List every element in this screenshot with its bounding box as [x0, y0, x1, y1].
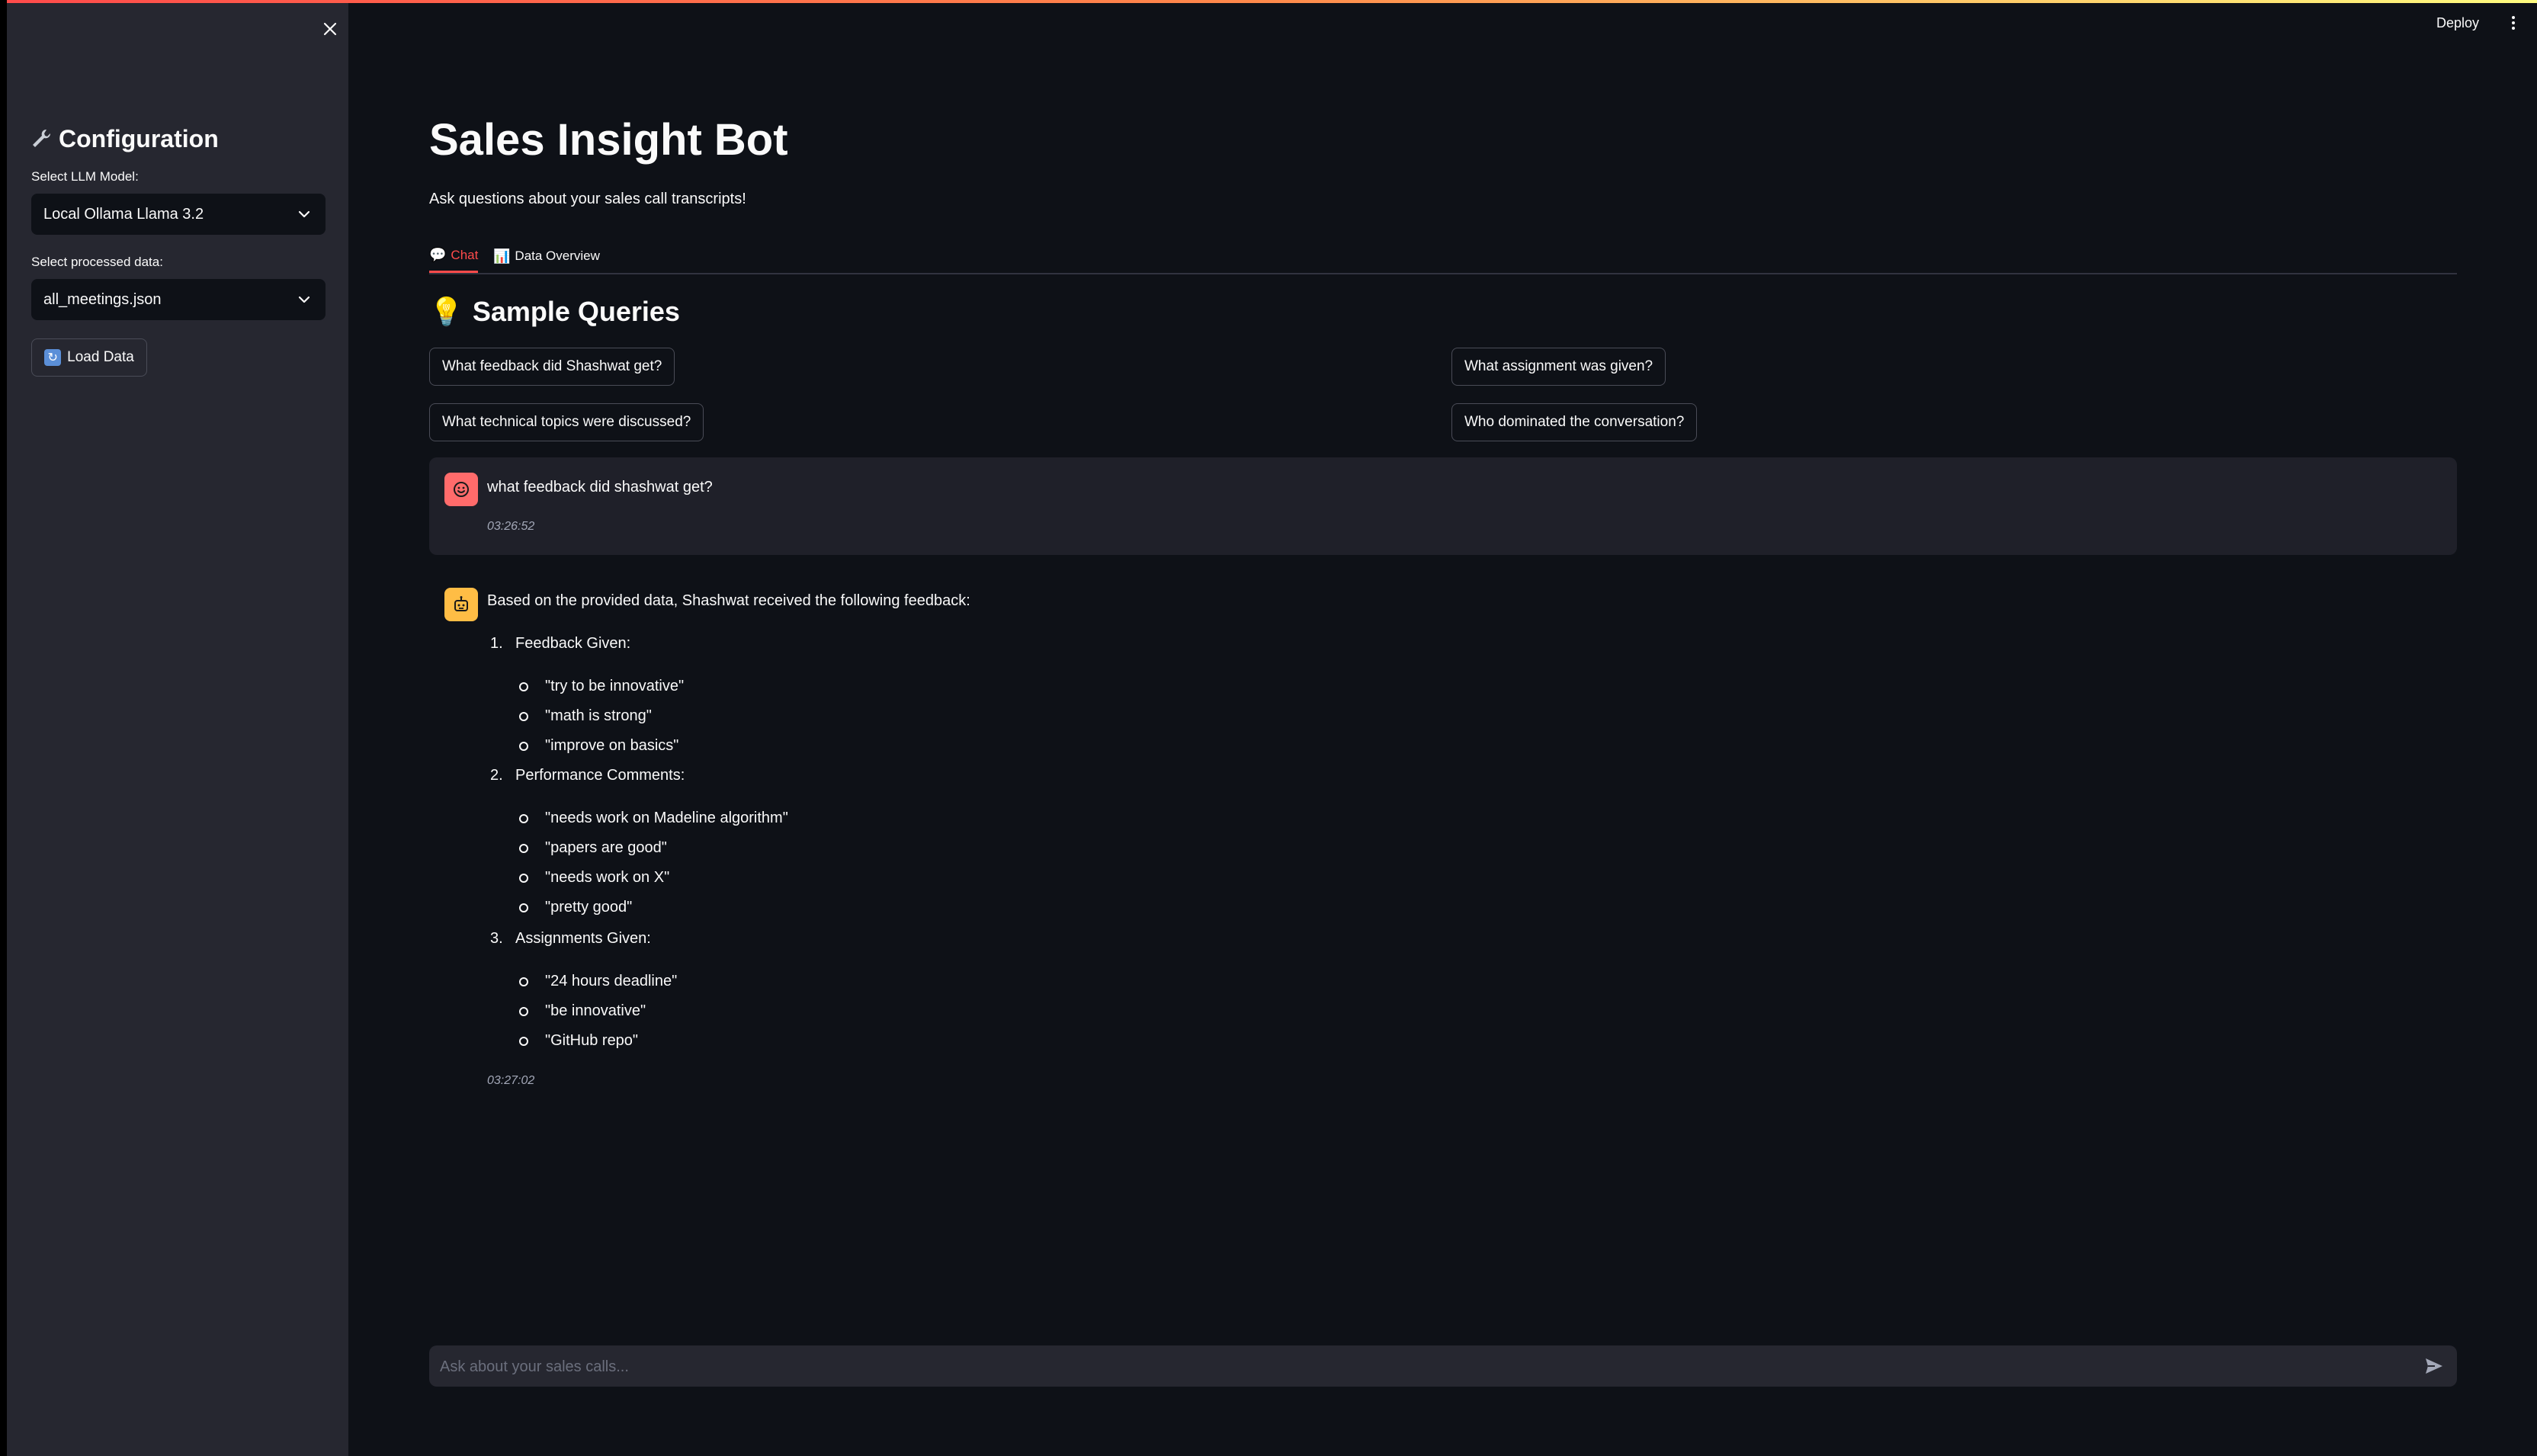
list-item: "papers are good" — [545, 839, 667, 856]
window-edge — [0, 0, 7, 1456]
user-avatar — [444, 473, 478, 506]
user-message-text: what feedback did shashwat get? — [487, 479, 713, 495]
list-bullet — [519, 977, 528, 986]
sidebar-heading-text: Configuration — [59, 124, 219, 152]
send-icon — [2426, 1358, 2442, 1374]
list-number: 2. — [490, 767, 503, 784]
smiley-face-icon — [454, 482, 469, 497]
list-bullet — [519, 874, 528, 883]
robot-icon — [454, 596, 468, 611]
sample-query-button[interactable]: What assignment was given? — [1451, 348, 1666, 386]
refresh-icon: ↻ — [44, 349, 62, 366]
sample-query-button[interactable]: What feedback did Shashwat get? — [429, 348, 675, 386]
list-item: "needs work on Madeline algorithm" — [545, 810, 788, 826]
list-bullet — [519, 844, 528, 853]
list-item: "needs work on X" — [545, 869, 670, 886]
kebab-dot — [2512, 21, 2515, 24]
top-decoration-bar — [0, 0, 2537, 3]
tab-bar: 💬 Chat 📊 Data Overview — [429, 239, 2457, 274]
list-bullet — [519, 712, 528, 721]
sidebar-heading: Configuration — [30, 119, 219, 159]
load-data-label: Load Data — [67, 349, 134, 365]
list-item: "try to be innovative" — [545, 678, 685, 694]
chat-input-bar — [429, 1345, 2457, 1388]
tab-chat-label: Chat — [451, 247, 479, 262]
load-data-button[interactable]: ↻ Load Data — [31, 338, 147, 377]
tab-data-overview[interactable]: 📊 Data Overview — [493, 239, 600, 273]
wrench-icon — [33, 129, 51, 147]
chat-input[interactable] — [438, 1345, 2393, 1388]
sample-queries-heading: 💡 Sample Queries — [429, 296, 680, 328]
list-item: "be innovative" — [545, 1002, 646, 1019]
list-bullet — [519, 1037, 528, 1046]
list-bullet — [519, 903, 528, 912]
kebab-dot — [2512, 16, 2515, 19]
sample-query-button[interactable]: What technical topics were discussed? — [429, 403, 704, 441]
tab-data-overview-label: Data Overview — [515, 249, 600, 263]
tab-chat[interactable]: 💬 Chat — [429, 239, 479, 273]
model-select[interactable]: Local Ollama Llama 3.2 — [31, 194, 326, 235]
deploy-button[interactable]: Deploy — [2436, 15, 2479, 31]
send-button[interactable] — [2423, 1355, 2445, 1377]
list-bullet — [519, 682, 528, 691]
data-select[interactable]: all_meetings.json — [31, 279, 326, 320]
list-item: "24 hours deadline" — [545, 973, 678, 989]
kebab-dot — [2512, 27, 2515, 30]
section-title: Assignments Given: — [515, 930, 651, 947]
section-title: Feedback Given: — [515, 635, 631, 652]
lightbulb-icon: 💡 — [429, 296, 463, 327]
list-item: "math is strong" — [545, 707, 652, 724]
sample-query-button[interactable]: Who dominated the conversation? — [1451, 403, 1698, 441]
list-bullet — [519, 1007, 528, 1016]
assistant-avatar — [444, 588, 478, 621]
chevron-down-icon — [298, 296, 310, 303]
chevron-down-icon — [298, 210, 310, 218]
list-number: 1. — [490, 635, 503, 652]
list-item: "pretty good" — [545, 899, 633, 916]
assistant-message-time: 03:27:02 — [487, 1074, 535, 1087]
speech-bubble-icon: 💬 — [429, 247, 447, 262]
list-bullet — [519, 814, 528, 823]
list-number: 3. — [490, 930, 503, 947]
user-message-time: 03:26:52 — [487, 520, 535, 533]
model-select-value: Local Ollama Llama 3.2 — [43, 205, 204, 223]
close-sidebar-button[interactable] — [316, 15, 344, 43]
page-title: Sales Insight Bot — [429, 115, 788, 165]
close-icon — [323, 22, 337, 36]
data-select-label: Select processed data: — [31, 255, 163, 269]
list-bullet — [519, 742, 528, 751]
data-select-value: all_meetings.json — [43, 290, 162, 308]
bar-chart-icon: 📊 — [493, 248, 511, 264]
list-item: "GitHub repo" — [545, 1032, 639, 1049]
model-select-label: Select LLM Model: — [31, 169, 139, 184]
main-menu-button[interactable] — [2508, 14, 2519, 35]
page-subtitle: Ask questions about your sales call tran… — [429, 191, 746, 207]
sidebar: Configuration Select LLM Model: Local Ol… — [7, 3, 348, 1456]
section-title: Performance Comments: — [515, 767, 685, 784]
user-message: what feedback did shashwat get? 03:26:52 — [429, 457, 2457, 555]
sample-queries-heading-text: Sample Queries — [472, 296, 680, 327]
list-item: "improve on basics" — [545, 737, 679, 754]
assistant-intro: Based on the provided data, Shashwat rec… — [487, 592, 970, 609]
